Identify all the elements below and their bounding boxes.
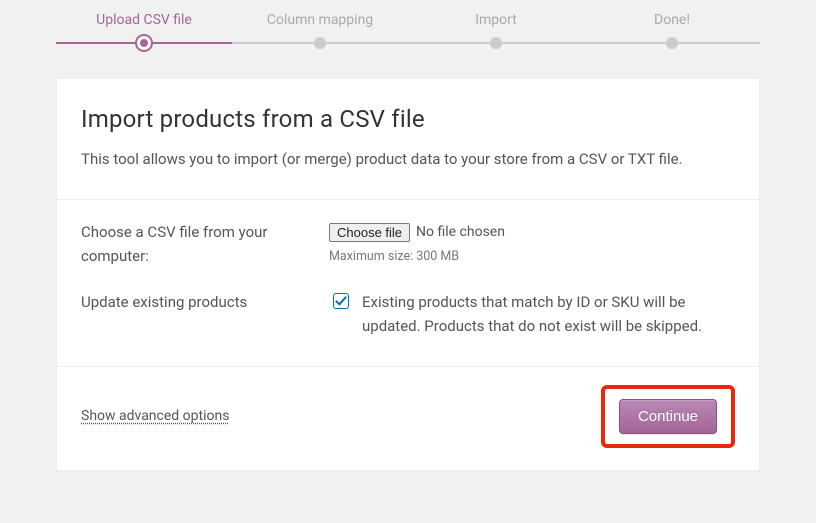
step-mapping: Column mapping [232,0,408,50]
card-footer: Show advanced options Continue [57,367,759,470]
step-label: Upload CSV file [56,12,232,28]
step-dot-icon [666,37,678,49]
step-upload: Upload CSV file [56,0,232,50]
file-status: No file chosen [416,221,505,243]
update-row: Update existing products Existing produc… [81,290,735,338]
step-dot-icon [490,37,502,49]
file-size-hint: Maximum size: 300 MB [329,247,735,267]
file-row: Choose a CSV file from your computer: Ch… [81,220,735,268]
continue-button[interactable]: Continue [619,399,717,434]
update-existing-checkbox[interactable] [333,293,349,309]
choose-file-button[interactable]: Choose file [329,223,410,242]
step-import: Import [408,0,584,50]
file-input[interactable]: Choose file No file chosen [329,221,505,243]
step-label: Done! [584,12,760,28]
step-dot-icon [314,37,326,49]
page-description: This tool allows you to import (or merge… [81,147,735,173]
step-label: Import [408,12,584,28]
continue-highlight: Continue [601,385,735,448]
file-label: Choose a CSV file from your computer: [81,220,329,268]
step-done: Done! [584,0,760,50]
card-header: Import products from a CSV file This too… [57,79,759,200]
step-label: Column mapping [232,12,408,28]
update-label: Update existing products [81,290,329,314]
page-title: Import products from a CSV file [81,105,735,133]
step-dot-icon [140,39,148,47]
progress-stepper: Upload CSV file Column mapping Import Do… [56,0,760,50]
card-body: Choose a CSV file from your computer: Ch… [57,200,759,367]
import-card: Import products from a CSV file This too… [56,78,760,471]
show-advanced-link[interactable]: Show advanced options [81,408,229,424]
update-description: Existing products that match by ID or SK… [362,290,735,338]
